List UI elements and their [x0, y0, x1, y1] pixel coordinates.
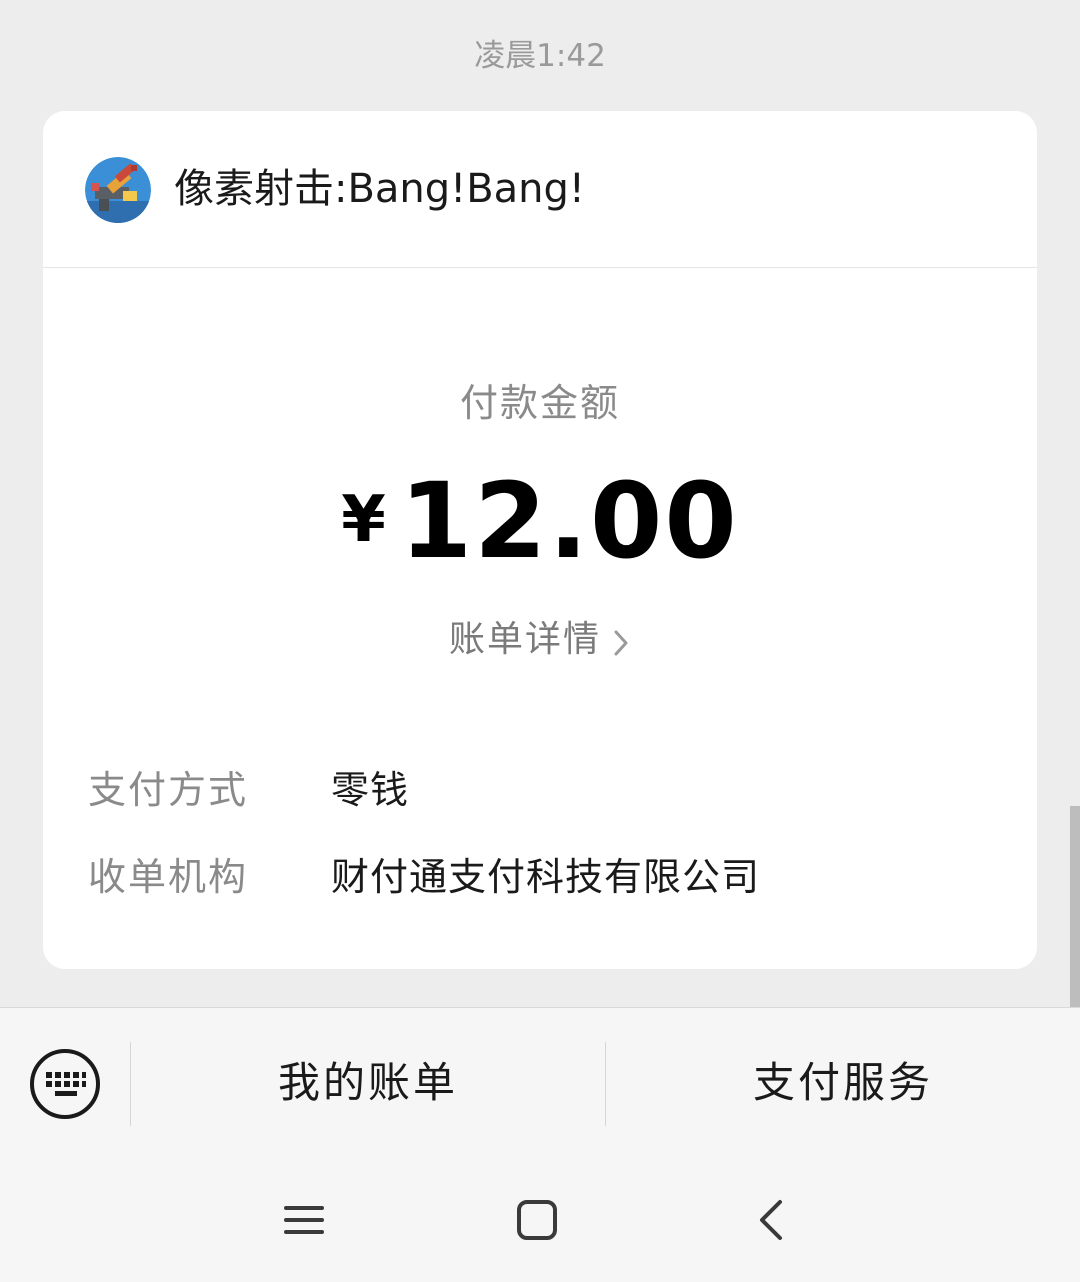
acquirer-label: 收单机构 — [88, 855, 249, 899]
bill-details-label: 账单详情 — [448, 619, 601, 660]
payment-method-label: 支付方式 — [88, 768, 249, 812]
chevron-right-icon — [611, 623, 631, 656]
pixel-gun-game-icon — [85, 157, 151, 223]
my-bills-button[interactable]: 我的账单 — [131, 1048, 605, 1118]
acquirer-value: 财付通支付科技有限公司 — [331, 855, 761, 899]
home-icon[interactable] — [513, 1196, 561, 1244]
back-icon[interactable] — [748, 1196, 796, 1244]
scrollbar[interactable] — [1070, 806, 1080, 1008]
payment-method-value: 零钱 — [331, 768, 410, 812]
amount-value: 12.00 — [399, 460, 739, 582]
message-timestamp: 凌晨1:42 — [474, 38, 606, 74]
amount-label: 付款金额 — [459, 381, 620, 425]
card-header: 像素射击:Bang!Bang! — [43, 111, 1037, 268]
payment-card[interactable]: 像素射击:Bang!Bang! 付款金额 ¥12.00 账单详情 支付方式 零钱… — [43, 111, 1037, 969]
merchant-name: 像素射击:Bang!Bang! — [174, 166, 585, 212]
system-nav-bar — [0, 1156, 1080, 1282]
payment-services-button[interactable]: 支付服务 — [606, 1048, 1080, 1118]
bill-details-link[interactable]: 账单详情 — [43, 616, 1037, 664]
payment-amount: ¥12.00 — [43, 461, 1037, 581]
currency-symbol: ¥ — [341, 483, 386, 557]
payment-method-row: 支付方式 零钱 — [88, 764, 1008, 816]
service-menu-bar: 我的账单 支付服务 — [0, 1007, 1080, 1157]
menu-icon[interactable] — [280, 1196, 328, 1244]
keyboard-icon[interactable] — [29, 1048, 101, 1120]
acquirer-row: 收单机构 财付通支付科技有限公司 — [88, 851, 1008, 903]
